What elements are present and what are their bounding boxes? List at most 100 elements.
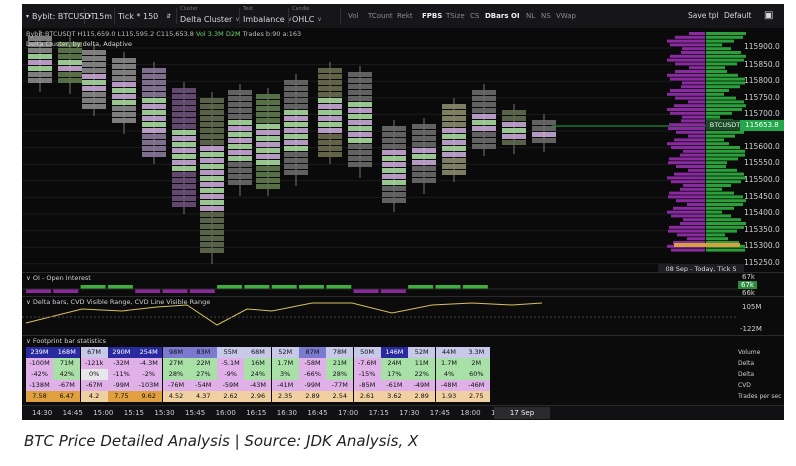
default-button[interactable]: Default [724,4,751,28]
time-label: 14:30 [32,409,53,417]
time-label: 15:45 [185,409,206,417]
stats-cell: 2.75 [462,391,490,402]
text-caption: Text [243,6,254,12]
stats-cell: -48M [435,380,463,391]
toggle-tsize[interactable]: TSize [446,4,465,28]
tick-selector[interactable]: Tick * 150 ⇵ [118,4,171,28]
time-label: 17:00 [338,409,359,417]
stats-cell: 2.62 [217,391,245,402]
stats-cell: 3.62 [380,391,408,402]
delta-canvas [22,302,738,326]
stats-cell: -32M [107,358,135,369]
stats-cell: -85M [353,380,381,391]
stats-cell: 11M [408,358,436,369]
stats-cell: -49M [408,380,436,391]
time-label: 17:15 [368,409,389,417]
current-symbol-tag: BTCUSDT [706,120,744,130]
save-template-button[interactable]: Save tpl [688,4,719,28]
image-caption: BTC Price Detailed Analysis | Source: JD… [24,432,419,450]
stats-cell: 27% [189,369,217,380]
stats-cell: 2.61 [353,391,381,402]
toggle-oi[interactable]: OI [511,4,520,28]
stats-row: -42% 42% 0% -11% -2% 28% 27% -9% 24% 3% -66% 28% -15… [22,369,784,380]
stats-cell: 52M [271,347,299,358]
stats-cell: -4.3M [135,358,163,369]
candle-selector[interactable]: Candle OHLC ∨ [292,4,322,28]
price-label: 115300.0 [744,241,780,250]
stats-cell: -11% [107,369,135,380]
stats-cell: 16M [244,358,272,369]
time-axis[interactable]: 14:30 14:45 15:00 15:15 15:30 15:45 16:00 16:15… [22,405,784,420]
toggle-rekt[interactable]: Rekt [397,4,413,28]
legend-ohlc: Bybit:BTCUSDT H115,659.0 L115,595.2 C115… [26,30,194,38]
price-label: 115800.0 [744,76,780,85]
trading-app: ▾ Bybit: BTCUSDT ▾ 15m Tick * 150 ⇵ Clus… [22,4,784,420]
stats-cell: -59M [217,380,245,391]
stats-cell: 1.7M [435,358,463,369]
footprint-canvas[interactable] [22,28,784,272]
stats-cell: 55M [217,347,245,358]
price-label: 115350.0 [744,225,780,234]
price-label: 115750.0 [744,93,780,102]
symbol-label: Bybit: BTCUSDT [32,11,96,21]
stats-row-label: Delta [738,371,755,378]
stats-row: 239M 168M 67M 290M 254M 98M 83M 55M 68M 52M 87M 78M… [22,347,784,358]
oi-panel[interactable]: ∨ OI - Open Interest 67k 67k 66k [22,272,784,297]
time-label: 15:00 [93,409,114,417]
stats-cell: -99M [107,380,135,391]
toggle-vol[interactable]: Vol [348,4,358,28]
stats-cell: 2M [462,358,490,369]
toggle-fpbs[interactable]: FPBS [422,4,442,28]
stepper-icon[interactable]: ⇵ [166,13,171,20]
stats-cell: 6.47 [53,391,81,402]
oi-value: 67k [742,273,755,281]
delta-panel[interactable]: ∨ Delta bars, CVD Visible Range, CVD Lin… [22,296,784,336]
timeframe-selector[interactable]: ▾ 15m [88,4,112,28]
price-label: 115500.0 [744,175,780,184]
stats-cell: 290M [107,347,135,358]
cluster-selector[interactable]: Cluster Delta Cluster ∨ [180,4,240,28]
stats-cell: 146M [380,347,408,358]
stats-cell: -41M [271,380,299,391]
time-label: 15:15 [123,409,144,417]
stats-row-label: CVD [738,382,751,389]
text-mode-selector[interactable]: Text Imbalance ∨ [243,4,292,28]
footprint-chart[interactable]: Bybit:BTCUSDT H115,659.0 L115,595.2 C115… [22,28,784,274]
legend-vol: Vol 3.3M [196,30,224,38]
stats-cell: 4% [435,369,463,380]
current-price-label: 115653.8 [740,120,784,131]
stats-cell: 60% [462,369,490,380]
price-label: 115450.0 [744,192,780,201]
toggle-ns[interactable]: NS [541,4,551,28]
stats-cell: -42% [26,369,53,380]
price-label: 115600.0 [744,142,780,151]
stats-cell: -67M [53,380,81,391]
stats-cell: 7.75 [107,391,135,402]
toggle-nl[interactable]: NL [526,4,535,28]
stats-cell: -2% [135,369,163,380]
time-label: 16:30 [276,409,297,417]
stats-cell: 28% [162,369,190,380]
stats-cell: 4.52 [162,391,190,402]
stats-cell: 2.35 [271,391,299,402]
stats-title-text: Footprint bar statistics [32,337,107,345]
chevron-down-icon[interactable]: ∨ [26,337,31,345]
stats-cell: -121k [80,358,108,369]
stats-cell: -43M [244,380,272,391]
price-label: 115250.0 [744,258,780,267]
stats-row-label: Trades per sec [738,393,782,400]
stats-cell: 98M [162,347,190,358]
stats-cell: 44M [435,347,463,358]
stats-cell: 87M [299,347,326,358]
stats-cell: -7.6M [353,358,381,369]
stats-cell: 21M [326,358,354,369]
delta-min-value: -122M [740,325,762,333]
time-label: 16:00 [215,409,236,417]
chart-legend-study: Delta Cluster, by delta, Adaptive [26,40,133,48]
toggle-tcount[interactable]: TCount [368,4,393,28]
toggle-cs[interactable]: CS [470,4,479,28]
toggle-dbars[interactable]: DBars [485,4,509,28]
toggle-vwap[interactable]: VWap [556,4,576,28]
stats-cell: 254M [135,347,163,358]
screenshot-icon[interactable]: ▣ [764,4,773,28]
